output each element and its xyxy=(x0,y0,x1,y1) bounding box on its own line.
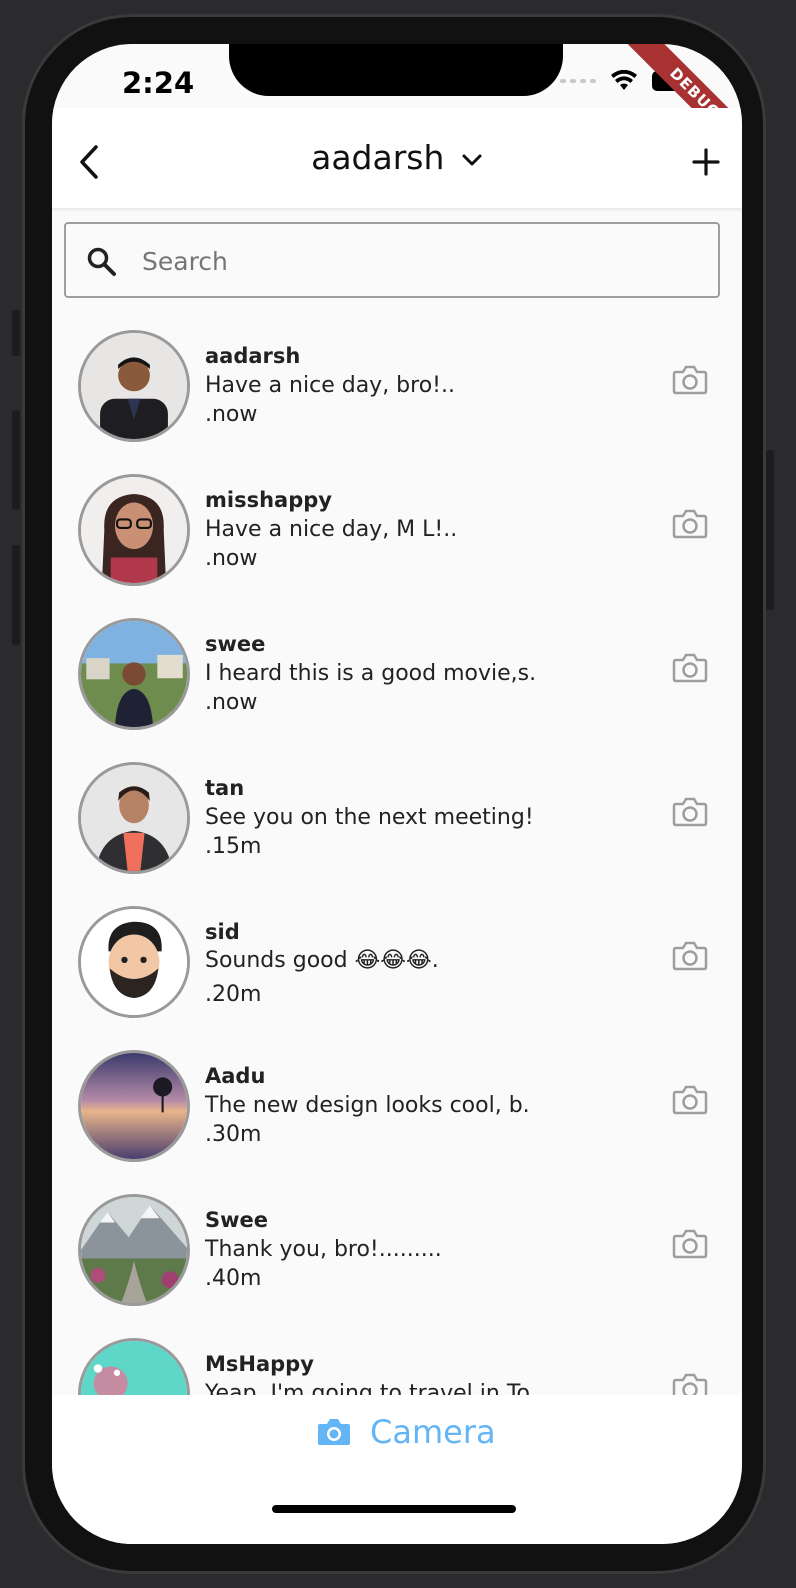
conversation-name: tan xyxy=(205,776,245,800)
bottom-bar: Camera xyxy=(52,1395,742,1544)
conversation-time: .40m xyxy=(205,1266,262,1291)
list-item[interactable]: swee I heard this is a good movie,s. .no… xyxy=(52,598,742,742)
conversation-time: .20m xyxy=(205,982,262,1007)
conversation-name: misshappy xyxy=(205,488,332,512)
camera-icon[interactable] xyxy=(672,652,708,684)
side-button xyxy=(12,545,20,645)
wifi-icon xyxy=(611,70,637,90)
avatar xyxy=(78,906,190,1018)
list-item[interactable]: Aadu The new design looks cool, b. .30m xyxy=(52,1030,742,1174)
avatar xyxy=(78,762,190,874)
conversation-message: I heard this is a good movie,s. xyxy=(205,661,537,686)
conversation-message: Have a nice day, bro!.. xyxy=(205,373,455,398)
search-box[interactable] xyxy=(64,222,720,298)
conversation-message: Thank you, bro!......... xyxy=(205,1237,442,1262)
conversation-message: See you on the next meeting! xyxy=(205,805,534,830)
camera-label: Camera xyxy=(370,1413,496,1451)
list-item[interactable]: MsHappy Yeap, I'm going to travel in To xyxy=(52,1318,742,1395)
camera-icon xyxy=(318,1419,350,1445)
chevron-down-icon xyxy=(462,154,482,165)
conversation-time: .now xyxy=(205,546,258,571)
side-button xyxy=(766,450,774,610)
avatar xyxy=(78,618,190,730)
plus-icon[interactable] xyxy=(692,148,720,176)
conversation-time: .15m xyxy=(205,834,262,859)
screen: 2:24 DEBUG aadarsh Search aadarsh Have a… xyxy=(52,44,742,1544)
conversation-name: aadarsh xyxy=(205,344,301,368)
notch xyxy=(229,44,563,96)
list-item[interactable]: misshappy Have a nice day, M L!.. .now xyxy=(52,454,742,598)
search-icon xyxy=(87,247,116,276)
avatar xyxy=(78,474,190,586)
conversation-name: MsHappy xyxy=(205,1352,314,1376)
camera-icon[interactable] xyxy=(672,508,708,540)
search-input[interactable] xyxy=(140,238,704,284)
app-bar: aadarsh xyxy=(52,108,742,208)
list-item[interactable]: Swee Thank you, bro!......... .40m xyxy=(52,1174,742,1318)
conversation-time: .now xyxy=(205,402,258,427)
avatar xyxy=(78,1194,190,1306)
camera-icon[interactable] xyxy=(672,796,708,828)
conversation-time: .now xyxy=(205,690,258,715)
list-item[interactable]: sid Sounds good 😂😂😂. .20m xyxy=(52,886,742,1030)
avatar xyxy=(78,1338,190,1395)
side-button xyxy=(12,410,20,510)
conversation-name: Swee xyxy=(205,1208,269,1232)
list-item[interactable]: tan See you on the next meeting! .15m xyxy=(52,742,742,886)
conversation-message: Sounds good 😂😂😂. xyxy=(205,948,439,973)
status-time: 2:24 xyxy=(122,66,195,100)
conversation-message: The new design looks cool, b. xyxy=(205,1093,530,1118)
side-button xyxy=(12,310,20,356)
camera-icon[interactable] xyxy=(672,1084,708,1116)
camera-button[interactable]: Camera xyxy=(316,1413,496,1451)
avatar xyxy=(78,1050,190,1162)
conversation-name: sid xyxy=(205,920,240,944)
camera-icon[interactable] xyxy=(672,1372,708,1395)
conversation-time: .30m xyxy=(205,1122,262,1147)
conversation-message: Yeap, I'm going to travel in To xyxy=(205,1381,530,1395)
conversation-name: Aadu xyxy=(205,1064,266,1088)
account-switcher[interactable]: aadarsh xyxy=(52,138,742,177)
signal-icon xyxy=(560,79,596,83)
camera-icon[interactable] xyxy=(672,1228,708,1260)
camera-icon[interactable] xyxy=(672,940,708,972)
home-indicator[interactable] xyxy=(272,1505,516,1513)
conversation-name: swee xyxy=(205,632,266,656)
conversation-list[interactable]: aadarsh Have a nice day, bro!.. .now mis… xyxy=(52,310,742,1395)
list-item[interactable]: aadarsh Have a nice day, bro!.. .now xyxy=(52,310,742,454)
conversation-message: Have a nice day, M L!.. xyxy=(205,517,458,542)
camera-icon[interactable] xyxy=(672,364,708,396)
page-title: aadarsh xyxy=(311,138,445,177)
avatar xyxy=(78,330,190,442)
